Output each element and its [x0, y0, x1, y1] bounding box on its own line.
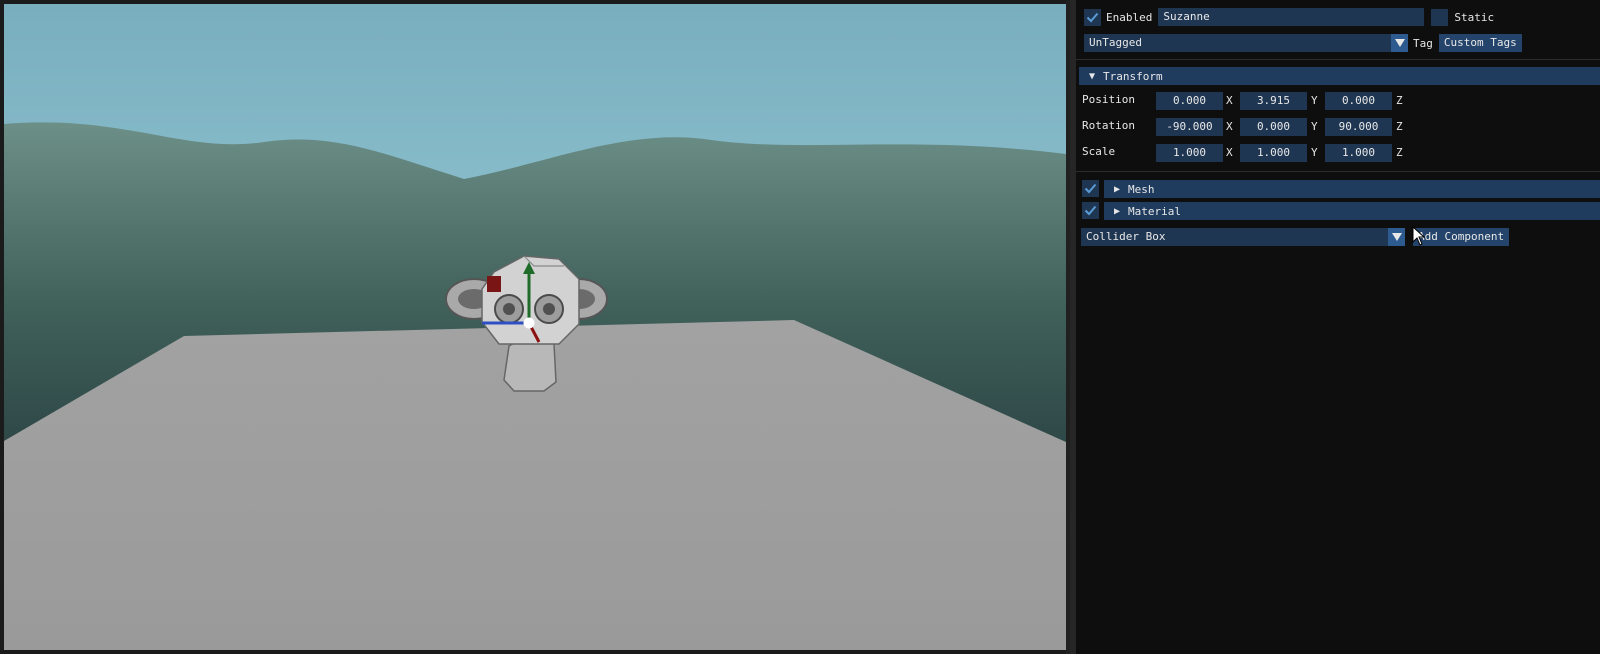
position-z-field[interactable]: 0.000	[1325, 92, 1392, 110]
rotation-label: Rotation	[1082, 119, 1135, 132]
tag-select[interactable]: UnTagged	[1084, 34, 1391, 52]
scale-label: Scale	[1082, 145, 1116, 158]
checkmark-icon	[1084, 205, 1097, 216]
position-label: Position	[1082, 93, 1135, 106]
position-x-field[interactable]: 0.000	[1156, 92, 1223, 110]
static-label: Static	[1454, 10, 1495, 24]
rotation-y-field[interactable]: 0.000	[1240, 118, 1307, 136]
custom-tags-button[interactable]: Custom Tags	[1438, 34, 1522, 52]
transform-header-label: Transform	[1103, 69, 1163, 83]
add-component-row: Collider Box Add Component	[1081, 228, 1510, 246]
scale-z-axis: Z	[1396, 146, 1403, 159]
mouse-pointer-icon	[1412, 226, 1426, 246]
component-type-dropdown-button[interactable]	[1388, 228, 1405, 246]
mesh-component-header[interactable]: ▶ Mesh	[1104, 180, 1600, 198]
scene-viewport[interactable]	[0, 0, 1070, 654]
material-enabled-checkbox[interactable]	[1082, 202, 1099, 219]
scale-y-axis: Y	[1311, 146, 1318, 159]
rotation-z-field[interactable]: 90.000	[1325, 118, 1392, 136]
tag-dropdown-button[interactable]	[1391, 34, 1408, 52]
mesh-enabled-checkbox[interactable]	[1082, 180, 1099, 197]
tag-row: UnTagged Tag Custom Tags	[1084, 34, 1522, 52]
enabled-label: Enabled	[1106, 10, 1153, 24]
enabled-checkbox[interactable]	[1084, 8, 1101, 26]
rotation-x-axis: X	[1226, 120, 1233, 133]
triangle-down-icon	[1391, 233, 1402, 241]
scene-render[interactable]	[4, 4, 1066, 650]
position-z-axis: Z	[1396, 94, 1403, 107]
triangle-right-icon: ▶	[1114, 183, 1121, 195]
scale-z-field[interactable]: 1.000	[1325, 144, 1392, 162]
material-component-label: Material	[1128, 204, 1182, 218]
object-header-row: Enabled Suzanne Static	[1084, 8, 1494, 26]
material-component-header[interactable]: ▶ Material	[1104, 202, 1600, 220]
transform-header[interactable]: ▼ Transform	[1079, 67, 1600, 85]
triangle-right-icon: ▶	[1114, 205, 1121, 217]
scale-x-field[interactable]: 1.000	[1156, 144, 1223, 162]
position-y-axis: Y	[1311, 94, 1318, 107]
divider	[1076, 171, 1600, 172]
checkmark-icon	[1084, 183, 1097, 194]
triangle-down-icon	[1394, 39, 1405, 47]
mesh-component-label: Mesh	[1128, 182, 1155, 196]
static-checkbox[interactable]	[1431, 8, 1449, 26]
component-type-select[interactable]: Collider Box	[1081, 228, 1388, 246]
tag-label: Tag	[1413, 36, 1433, 50]
rotation-y-axis: Y	[1311, 120, 1318, 133]
position-y-field[interactable]: 3.915	[1240, 92, 1307, 110]
scale-x-axis: X	[1226, 146, 1233, 159]
checkmark-icon	[1086, 12, 1099, 22]
divider	[1076, 59, 1600, 60]
inspector-panel: Enabled Suzanne Static UnTagged Tag Cust…	[1070, 0, 1600, 654]
rotation-z-axis: Z	[1396, 120, 1403, 133]
rotation-x-field[interactable]: -90.000	[1156, 118, 1223, 136]
triangle-down-icon: ▼	[1089, 70, 1096, 82]
add-component-button[interactable]: Add Component	[1413, 228, 1510, 246]
object-name-input[interactable]: Suzanne	[1158, 8, 1425, 26]
scale-y-field[interactable]: 1.000	[1240, 144, 1307, 162]
position-x-axis: X	[1226, 94, 1233, 107]
